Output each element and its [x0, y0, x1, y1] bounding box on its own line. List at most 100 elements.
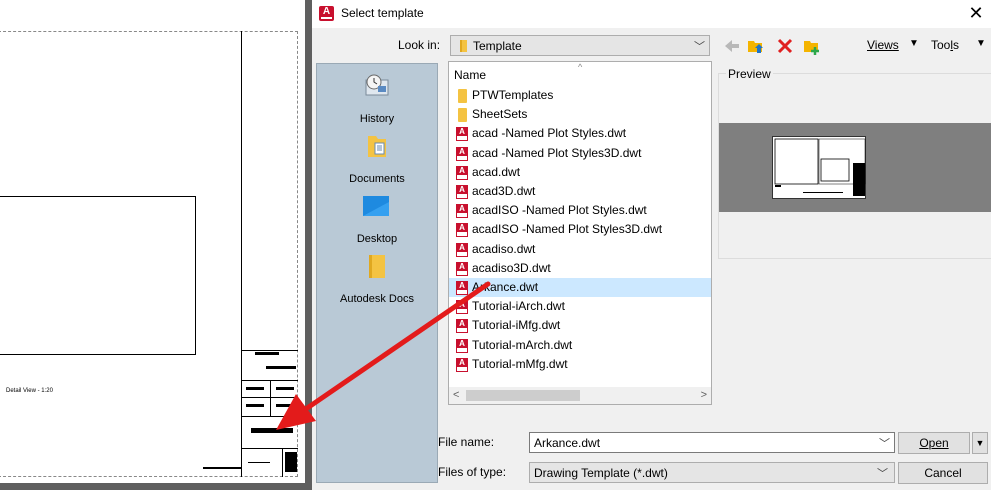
viewport-top-edge [0, 196, 195, 197]
place-desktop[interactable]: Desktop [317, 188, 437, 246]
place-label: History [359, 113, 395, 125]
place-label: Autodesk Docs [340, 293, 414, 305]
file-name: acad.dwt [472, 164, 521, 179]
title-block-text-mark [251, 428, 293, 433]
viewport-bottom-edge [0, 354, 196, 355]
dwt-file-icon [456, 165, 468, 180]
files-of-type-dropdown[interactable]: Drawing Template (*.dwt) ﹀ [529, 462, 895, 483]
cancel-button[interactable]: Cancel [898, 462, 988, 484]
open-options-dropdown-icon[interactable]: ▼ [972, 432, 988, 454]
dwt-file-icon [456, 261, 468, 276]
places-sidebar: History Documents Desktop Autodesk Docs [316, 63, 438, 483]
place-autodesk-docs[interactable]: Autodesk Docs [317, 248, 437, 306]
title-block-line [241, 416, 298, 417]
file-row[interactable]: Arkance.dwt [449, 278, 711, 297]
file-row[interactable]: acad -Named Plot Styles3D.dwt [449, 144, 711, 163]
file-name-history-chevron-icon[interactable]: ﹀ [879, 435, 890, 451]
file-row[interactable]: acadiso3D.dwt [449, 259, 711, 278]
dwt-file-icon [456, 338, 468, 353]
file-name: acad3D.dwt [472, 184, 536, 198]
viewport-right-edge [195, 196, 196, 354]
chevron-down-icon: ﹀ [694, 41, 705, 53]
scroll-left-icon[interactable]: < [453, 389, 459, 401]
select-template-dialog: A Select template ✕ Look in: Template ﹀ … [312, 0, 991, 490]
file-name: PTWTemplates [472, 88, 554, 102]
documents-icon [368, 136, 386, 157]
file-name: Tutorial-iMfg.dwt [472, 318, 561, 333]
file-name-label: File name: [438, 435, 495, 449]
file-name: acadiso.dwt [472, 241, 536, 256]
title-block-text-mark [276, 387, 294, 390]
file-name-input[interactable] [529, 432, 895, 453]
horizontal-scrollbar[interactable]: < > [449, 387, 711, 404]
layout-sheet: Detail View - 1:20 [0, 0, 305, 483]
look-in-label: Look in: [398, 38, 441, 52]
close-button[interactable]: ✕ [966, 3, 986, 23]
new-folder-icon[interactable] [802, 36, 822, 56]
file-name: acadISO -Named Plot Styles3D.dwt [472, 222, 663, 237]
file-row[interactable]: Tutorial-iMfg.dwt [449, 316, 711, 335]
views-dropdown-arrow-icon[interactable]: ▼ [909, 38, 919, 49]
scrollbar-thumb[interactable] [466, 390, 580, 401]
file-name: Tutorial-iArch.dwt [472, 299, 565, 314]
tools-menu[interactable]: Tools [931, 38, 959, 52]
folder-icon [460, 40, 467, 52]
title-block-logo [285, 452, 297, 472]
dwt-file-icon [456, 281, 468, 295]
history-icon [365, 74, 389, 96]
sort-ascending-icon: ^ [578, 62, 583, 72]
delete-icon[interactable] [775, 36, 795, 56]
place-history[interactable]: History [317, 68, 437, 126]
file-row[interactable]: acadISO -Named Plot Styles3D.dwt [449, 220, 711, 239]
file-row[interactable]: acad.dwt [449, 163, 711, 182]
up-folder-icon[interactable] [746, 36, 766, 56]
dwt-file-icon [456, 185, 468, 199]
dwt-file-icon [456, 204, 468, 219]
file-row[interactable]: PTWTemplates [449, 86, 711, 105]
file-row[interactable]: Tutorial-mMfg.dwt [449, 355, 711, 374]
file-row[interactable]: Tutorial-mArch.dwt [449, 336, 711, 355]
dialog-title: Select template [341, 6, 424, 20]
file-name: Arkance.dwt [472, 280, 539, 294]
desktop-icon [363, 196, 389, 216]
file-row[interactable]: acadISO -Named Plot Styles.dwt [449, 201, 711, 220]
look-in-dropdown[interactable]: Template ﹀ [450, 35, 710, 56]
back-icon[interactable] [722, 36, 742, 56]
detail-view-label: Detail View - 1:20 [6, 388, 53, 394]
autodesk-docs-icon [369, 255, 385, 278]
file-list[interactable]: Name ^ PTWTemplates SheetSets acad -Named … [448, 61, 712, 405]
views-menu[interactable]: Views [867, 38, 899, 52]
name-column-header[interactable]: Name [454, 68, 486, 82]
place-label: Desktop [356, 233, 398, 245]
look-in-value: Template [473, 39, 522, 53]
autocad-app-icon: A [319, 6, 334, 21]
tools-dropdown-arrow-icon[interactable]: ▼ [976, 38, 986, 49]
open-label: Open [919, 436, 949, 450]
open-button[interactable]: Open [898, 432, 970, 454]
file-row[interactable]: Tutorial-iArch.dwt [449, 297, 711, 316]
dwt-file-icon [456, 127, 468, 142]
file-row[interactable]: SheetSets [449, 105, 711, 124]
title-block-line [282, 448, 283, 477]
file-row[interactable]: acad -Named Plot Styles.dwt [449, 124, 711, 143]
file-row[interactable]: acad3D.dwt [449, 182, 711, 201]
preview-thumbnail [719, 123, 991, 212]
title-block-line [248, 462, 270, 463]
dwt-file-icon [456, 223, 468, 238]
scroll-right-icon[interactable]: > [701, 389, 707, 401]
title-block-text-mark [246, 387, 264, 390]
file-row[interactable]: acadiso.dwt [449, 240, 711, 259]
folder-icon [458, 108, 467, 123]
folder-icon [458, 89, 467, 103]
title-block-text-mark [266, 366, 296, 369]
place-label: Documents [349, 173, 405, 185]
file-name: Tutorial-mArch.dwt [472, 337, 573, 352]
title-block-line [270, 380, 271, 416]
preview-label: Preview [726, 67, 773, 81]
file-name: acad -Named Plot Styles.dwt [472, 126, 627, 141]
title-block-text-mark [203, 467, 241, 469]
place-documents[interactable]: Documents [317, 128, 437, 186]
file-name: acadISO -Named Plot Styles.dwt [472, 203, 647, 218]
dwt-file-icon [456, 242, 468, 257]
drawing-canvas: Detail View - 1:20 [0, 0, 312, 490]
